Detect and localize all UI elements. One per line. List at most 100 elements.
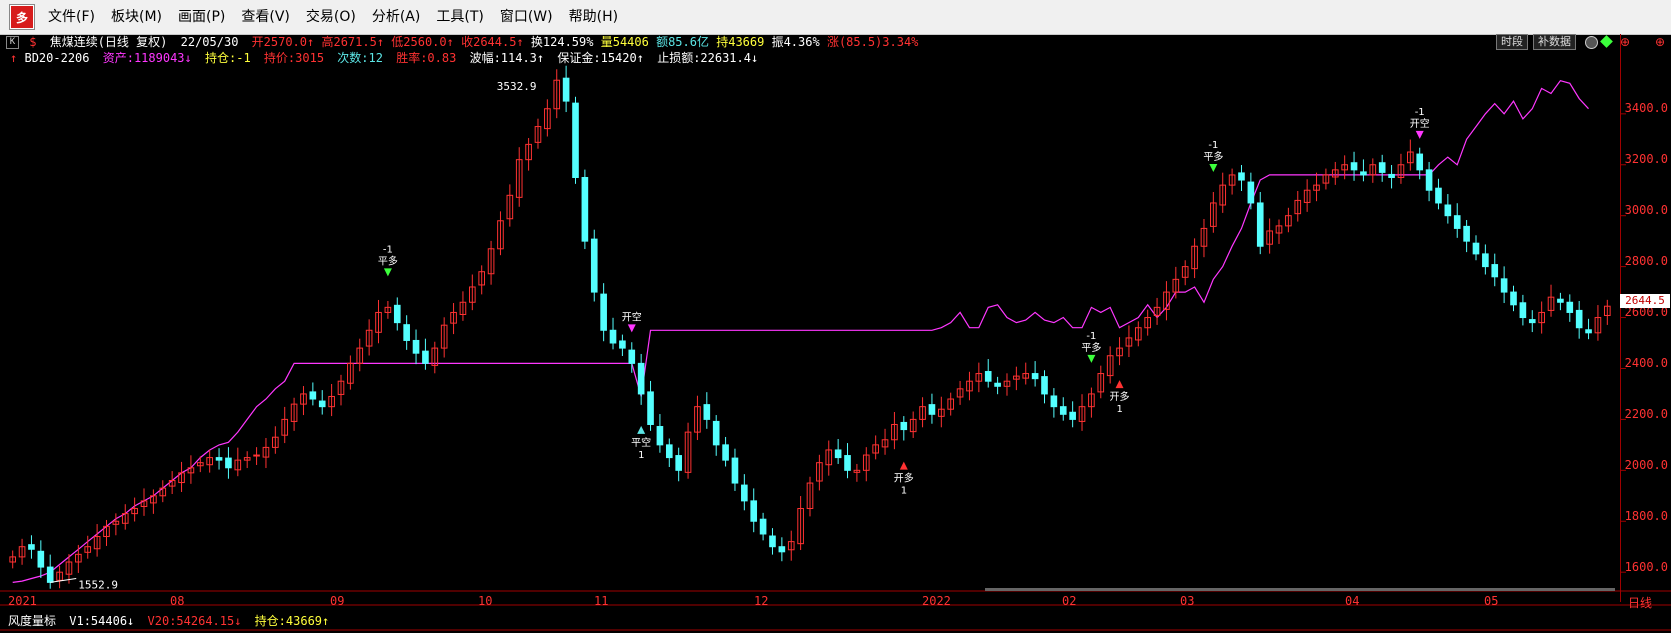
candle-body xyxy=(28,544,35,550)
candle-body xyxy=(994,382,1001,387)
x-tick: 03 xyxy=(1180,594,1195,608)
signal-label: 平多 xyxy=(1203,150,1223,163)
candle-body xyxy=(1575,309,1583,329)
candle-body xyxy=(309,391,317,400)
signal-qty: -1 xyxy=(383,244,393,255)
current-price-tag: 2644.5 xyxy=(1620,294,1670,308)
v20-value: V20:54264.15↓ xyxy=(147,614,242,628)
signal-label: 开空 xyxy=(1410,117,1430,130)
y-tick: 2000.0 xyxy=(1624,458,1668,472)
indicator-name[interactable]: 风度量标 xyxy=(8,614,56,628)
candle-body xyxy=(1378,162,1386,173)
candle-body xyxy=(1482,253,1489,268)
signal-qty: 1 xyxy=(1117,404,1123,415)
candle-body xyxy=(1360,171,1367,176)
candle-body xyxy=(1510,291,1517,306)
candle-body xyxy=(1463,225,1470,242)
candle-body xyxy=(1388,173,1395,178)
horizontal-scrollbar[interactable] xyxy=(985,588,1615,591)
signal-arrow-down-icon xyxy=(1087,354,1096,363)
candle-body xyxy=(46,566,54,583)
candle-body xyxy=(562,77,570,102)
x-tick: 08 xyxy=(170,594,185,608)
candle-body xyxy=(778,546,786,553)
kline-chart[interactable]: 3532.91552.9-1平多开空平空1开多1-1平多开多1-1平多-1开空 xyxy=(0,0,1671,633)
candle-body xyxy=(984,371,992,382)
candle-body xyxy=(1416,153,1424,171)
candle-body xyxy=(1247,181,1255,204)
candle-body xyxy=(403,324,410,341)
signal-qty: -1 xyxy=(1208,140,1218,151)
signal-label: 平空 xyxy=(631,436,651,449)
candle-body xyxy=(1519,302,1527,319)
y-tick: 3400.0 xyxy=(1624,101,1668,115)
candle-body xyxy=(647,391,654,425)
candle-body xyxy=(581,176,589,242)
x-tick: 04 xyxy=(1345,594,1360,608)
signal-qty: 1 xyxy=(638,450,644,461)
candle-body xyxy=(253,454,260,457)
low-annotation: 1552.9 xyxy=(78,578,118,591)
signal-label: 开多 xyxy=(1110,390,1130,403)
candle-body xyxy=(1435,187,1442,204)
candle-body xyxy=(1453,215,1461,229)
y-tick: 2800.0 xyxy=(1624,254,1668,268)
signal-qty: -1 xyxy=(1415,107,1425,118)
candle-body xyxy=(637,362,645,395)
candle-body xyxy=(900,421,908,431)
x-tick: 02 xyxy=(1062,594,1077,608)
candle-body xyxy=(844,455,851,471)
candle-body xyxy=(1041,376,1048,395)
candle-body xyxy=(656,426,664,446)
candle-body xyxy=(1050,395,1058,408)
candle-body xyxy=(1472,242,1480,255)
signal-arrow-down-icon xyxy=(627,324,636,333)
candle-body xyxy=(712,420,720,446)
candle-body xyxy=(731,457,739,484)
y-tick: 1800.0 xyxy=(1624,509,1668,523)
candle-body xyxy=(1528,319,1536,324)
candle-body xyxy=(1557,298,1564,303)
candle-body xyxy=(572,102,579,178)
volume-indicator-bar: 风度量标 V1:54406↓ V20:54264.15↓ 持仓:43669↑ xyxy=(0,612,329,630)
candle-body xyxy=(37,550,45,568)
candle-body xyxy=(609,329,617,344)
candle-body xyxy=(703,404,711,420)
candle-body xyxy=(665,444,673,459)
candle-body xyxy=(600,293,607,331)
x-tick: 11 xyxy=(594,594,609,608)
signal-arrow-up-icon xyxy=(899,461,908,470)
candle-body xyxy=(1059,406,1067,415)
y-tick: 3000.0 xyxy=(1624,203,1668,217)
period-label[interactable]: 日线 xyxy=(1628,594,1652,611)
signal-arrow-down-icon xyxy=(383,268,392,277)
candle-body xyxy=(741,484,748,502)
signal-arrow-up-icon xyxy=(637,425,646,434)
x-tick: 09 xyxy=(330,594,345,608)
candle-body xyxy=(1491,264,1499,278)
candle-body xyxy=(619,340,626,349)
y-tick: 2400.0 xyxy=(1624,356,1668,370)
candle-body xyxy=(1031,373,1039,380)
candle-body xyxy=(722,444,729,461)
signal-qty: -1 xyxy=(1086,331,1096,342)
signal-arrow-down-icon xyxy=(1209,163,1218,172)
price-axis: 3400.0 3200.0 3000.0 2800.0 2600.0 2400.… xyxy=(1620,34,1671,602)
candle-body xyxy=(412,339,420,354)
candle-body xyxy=(393,304,401,324)
high-annotation: 3532.9 xyxy=(497,80,537,93)
candle-body xyxy=(318,400,326,408)
candle-body xyxy=(422,350,429,364)
candle-body xyxy=(1425,169,1433,191)
candle-body xyxy=(1350,162,1358,171)
candle-body xyxy=(215,457,223,461)
x-tick: 10 xyxy=(478,594,493,608)
candle-body xyxy=(759,518,767,535)
low-annotation-line xyxy=(50,578,77,583)
v1-value: V1:54406↓ xyxy=(69,614,135,628)
candle-body xyxy=(834,449,842,459)
x-tick: 12 xyxy=(754,594,769,608)
candle-body xyxy=(1238,172,1245,181)
candle-body xyxy=(928,404,936,415)
pos-value: 持仓:43669↑ xyxy=(254,614,330,628)
